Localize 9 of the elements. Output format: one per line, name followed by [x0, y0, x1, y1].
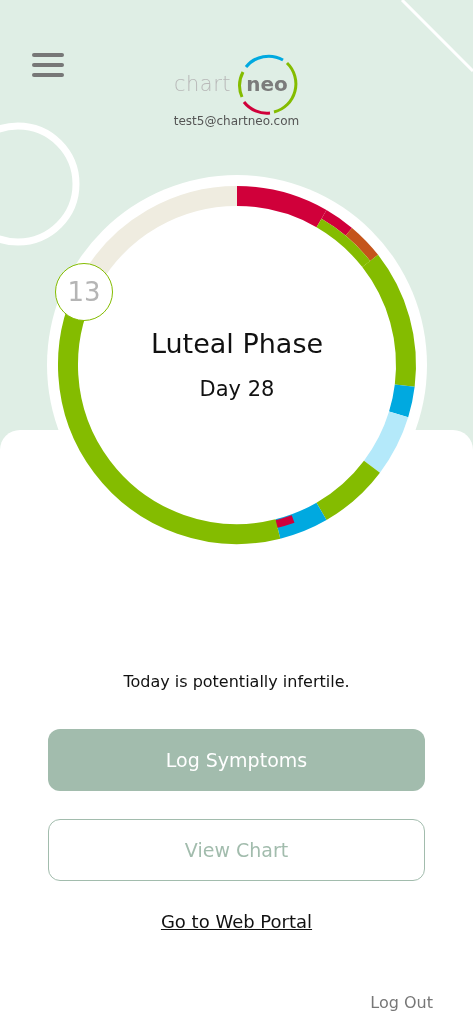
phase-title: Luteal Phase	[150, 328, 324, 359]
web-portal-link[interactable]: Go to Web Portal	[160, 911, 313, 932]
cycle-day: Day 28	[199, 377, 275, 401]
fertility-status: Today is potentially infertile.	[123, 672, 350, 691]
logo-ring-icon	[235, 52, 300, 116]
logo-text: neo	[246, 72, 288, 96]
account-email: test5@chartneo.com	[173, 114, 300, 128]
logout-link[interactable]: Log Out	[370, 993, 433, 1012]
menu-icon[interactable]	[32, 52, 64, 78]
